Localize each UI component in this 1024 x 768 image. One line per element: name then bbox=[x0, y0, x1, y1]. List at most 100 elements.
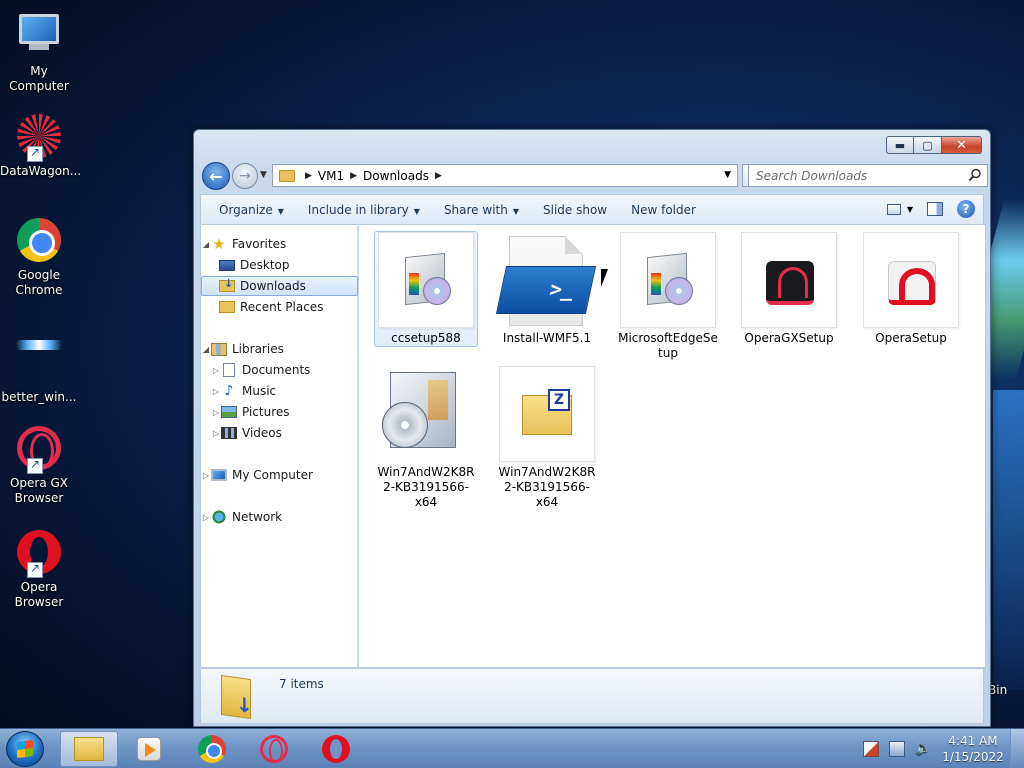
nav-item-my-computer[interactable]: ▷ My Computer bbox=[201, 465, 358, 485]
organize-button[interactable]: Organize ▼ bbox=[201, 195, 296, 225]
recent-pages-dropdown[interactable]: ▼ bbox=[260, 170, 267, 180]
nav-item-label: Videos bbox=[242, 426, 282, 440]
collapsed-arrow-icon[interactable]: ▷ bbox=[201, 513, 211, 522]
chevron-right-icon[interactable]: ▶ bbox=[435, 171, 442, 181]
media-player-icon bbox=[137, 737, 161, 761]
breadcrumb-vm1[interactable]: VM1 bbox=[318, 169, 344, 183]
desktop-icon-label: My Computer bbox=[9, 64, 69, 93]
desktop-icon-better-win[interactable]: better_win... bbox=[0, 320, 78, 405]
desktop-icon-opera-gx[interactable]: Opera GX Browser bbox=[0, 424, 78, 506]
address-dropdown-icon[interactable]: ▼ bbox=[724, 170, 731, 180]
chrome-icon bbox=[15, 218, 63, 266]
desktop-icon-label: Google Chrome bbox=[15, 268, 63, 297]
file-name: ccsetup588 bbox=[391, 331, 461, 345]
wallpaper-streak bbox=[993, 390, 1024, 690]
nav-item-pictures[interactable]: ▷ Pictures bbox=[201, 402, 358, 422]
show-desktop-button[interactable] bbox=[1010, 729, 1024, 768]
clock[interactable]: 4:41 AM 1/15/2022 bbox=[936, 733, 1010, 765]
network-icon bbox=[211, 510, 227, 524]
taskbar: 🔈 4:41 AM 1/15/2022 bbox=[0, 728, 1024, 768]
volume-icon[interactable]: 🔈 bbox=[915, 741, 931, 757]
app-icon bbox=[15, 340, 63, 388]
collapsed-arrow-icon[interactable]: ▷ bbox=[211, 387, 221, 396]
start-button[interactable] bbox=[6, 731, 44, 767]
taskbar-opera-gx-button[interactable] bbox=[245, 731, 303, 767]
taskbar-media-player-button[interactable] bbox=[120, 731, 178, 767]
taskbar-opera-button[interactable] bbox=[307, 731, 365, 767]
nav-item-documents[interactable]: ▷ Documents bbox=[201, 360, 358, 380]
desktop-icon-opera[interactable]: Opera Browser bbox=[0, 528, 78, 610]
file-name: Install-WMF5.1 bbox=[502, 331, 592, 345]
nav-item-libraries[interactable]: ◢ Libraries bbox=[201, 339, 358, 359]
file-item[interactable]: Z Win7AndW2K8R2-KB3191566-x64 bbox=[495, 366, 599, 510]
taskbar-chrome-button[interactable] bbox=[183, 731, 241, 767]
breadcrumb-downloads[interactable]: Downloads bbox=[363, 169, 429, 183]
nav-item-label: Documents bbox=[242, 363, 311, 377]
slide-show-button[interactable]: Slide show bbox=[531, 195, 619, 225]
nav-item-recent-places[interactable]: Recent Places bbox=[201, 297, 358, 317]
minimize-button[interactable]: ▬ bbox=[886, 136, 914, 154]
preview-pane-icon[interactable] bbox=[927, 202, 943, 216]
chevron-down-icon: ▼ bbox=[512, 206, 519, 216]
action-center-icon[interactable] bbox=[863, 741, 879, 757]
file-item[interactable]: MicrosoftEdgeSetup bbox=[616, 232, 720, 361]
file-item[interactable]: OperaSetup bbox=[859, 232, 963, 346]
collapsed-arrow-icon[interactable]: ▷ bbox=[211, 408, 221, 417]
opera-installer-icon bbox=[863, 232, 959, 328]
chevron-down-icon[interactable]: ▼ bbox=[907, 205, 913, 214]
zip-archive-icon: Z bbox=[499, 366, 595, 462]
caption-buttons: ▬ ▢ ✕ bbox=[886, 136, 982, 154]
nav-item-desktop[interactable]: Desktop bbox=[201, 255, 358, 275]
nav-item-favorites[interactable]: ◢ ★ Favorites bbox=[201, 234, 358, 254]
network-icon[interactable] bbox=[889, 741, 905, 757]
opera-icon bbox=[322, 735, 350, 763]
libraries-icon bbox=[211, 342, 227, 356]
share-with-button[interactable]: Share with ▼ bbox=[432, 195, 531, 225]
search-input[interactable] bbox=[749, 165, 959, 186]
nav-item-music[interactable]: ▷ ♪ Music bbox=[201, 381, 358, 401]
desktop-icon-datawagon[interactable]: DataWagon... bbox=[0, 112, 81, 179]
expanded-arrow-icon[interactable]: ◢ bbox=[201, 345, 211, 354]
search-icon[interactable] bbox=[968, 168, 982, 182]
file-item[interactable]: >_ Install-WMF5.1 bbox=[495, 232, 599, 346]
include-in-library-button[interactable]: Include in library ▼ bbox=[296, 195, 432, 225]
new-folder-button[interactable]: New folder bbox=[619, 195, 708, 225]
address-bar[interactable]: ▶ VM1 ▶ Downloads ▶ ▼ bbox=[272, 164, 738, 187]
opera-gx-installer-icon bbox=[741, 232, 837, 328]
chevron-right-icon[interactable]: ▶ bbox=[350, 171, 357, 181]
mouse-cursor bbox=[601, 269, 615, 287]
chevron-right-icon[interactable]: ▶ bbox=[305, 171, 312, 181]
desktop-icon-google-chrome[interactable]: Google Chrome bbox=[0, 216, 78, 298]
collapsed-arrow-icon[interactable]: ▷ bbox=[211, 429, 221, 438]
navigation-bar: ← → ▼ ▶ VM1 ▶ Downloads ▶ ▼ ⇆ bbox=[200, 162, 988, 190]
taskbar-explorer-button[interactable] bbox=[60, 731, 118, 767]
expanded-arrow-icon[interactable]: ◢ bbox=[201, 240, 211, 249]
nav-item-label: My Computer bbox=[232, 468, 313, 482]
chevron-down-icon: ▼ bbox=[413, 206, 420, 216]
collapsed-arrow-icon[interactable]: ▷ bbox=[211, 366, 221, 375]
chevron-down-icon: ▼ bbox=[277, 206, 284, 216]
search-box[interactable] bbox=[748, 164, 988, 187]
file-item[interactable]: OperaGXSetup bbox=[737, 232, 841, 346]
nav-item-network[interactable]: ▷ Network bbox=[201, 507, 358, 527]
folder-icon bbox=[279, 169, 295, 182]
back-button[interactable]: ← bbox=[202, 162, 230, 190]
nav-item-downloads[interactable]: Downloads bbox=[201, 276, 358, 296]
command-bar: Organize ▼ Include in library ▼ Share with… bbox=[200, 194, 984, 224]
explorer-window: ▬ ▢ ✕ ← → ▼ ▶ VM1 ▶ Downloads ▶ ▼ ⇆ Orga… bbox=[193, 129, 991, 727]
collapsed-arrow-icon[interactable]: ▷ bbox=[201, 471, 211, 480]
nav-item-label: Pictures bbox=[242, 405, 290, 419]
close-button[interactable]: ✕ bbox=[942, 136, 982, 154]
installer-icon bbox=[620, 232, 716, 328]
desktop-icon bbox=[219, 259, 235, 271]
desktop-icon-label: Opera GX Browser bbox=[9, 476, 69, 505]
file-item[interactable]: ccsetup588 bbox=[374, 231, 478, 347]
help-icon[interactable]: ? bbox=[957, 200, 975, 218]
nav-item-videos[interactable]: ▷ Videos bbox=[201, 423, 358, 443]
maximize-button[interactable]: ▢ bbox=[914, 136, 942, 154]
shortcut-arrow-icon bbox=[27, 457, 43, 474]
change-view-icon[interactable] bbox=[886, 203, 901, 215]
file-item[interactable]: Win7AndW2K8R2-KB3191566-x64 bbox=[374, 366, 478, 510]
desktop-icon-my-computer[interactable]: My Computer bbox=[0, 8, 78, 94]
forward-button[interactable]: → bbox=[232, 163, 258, 189]
